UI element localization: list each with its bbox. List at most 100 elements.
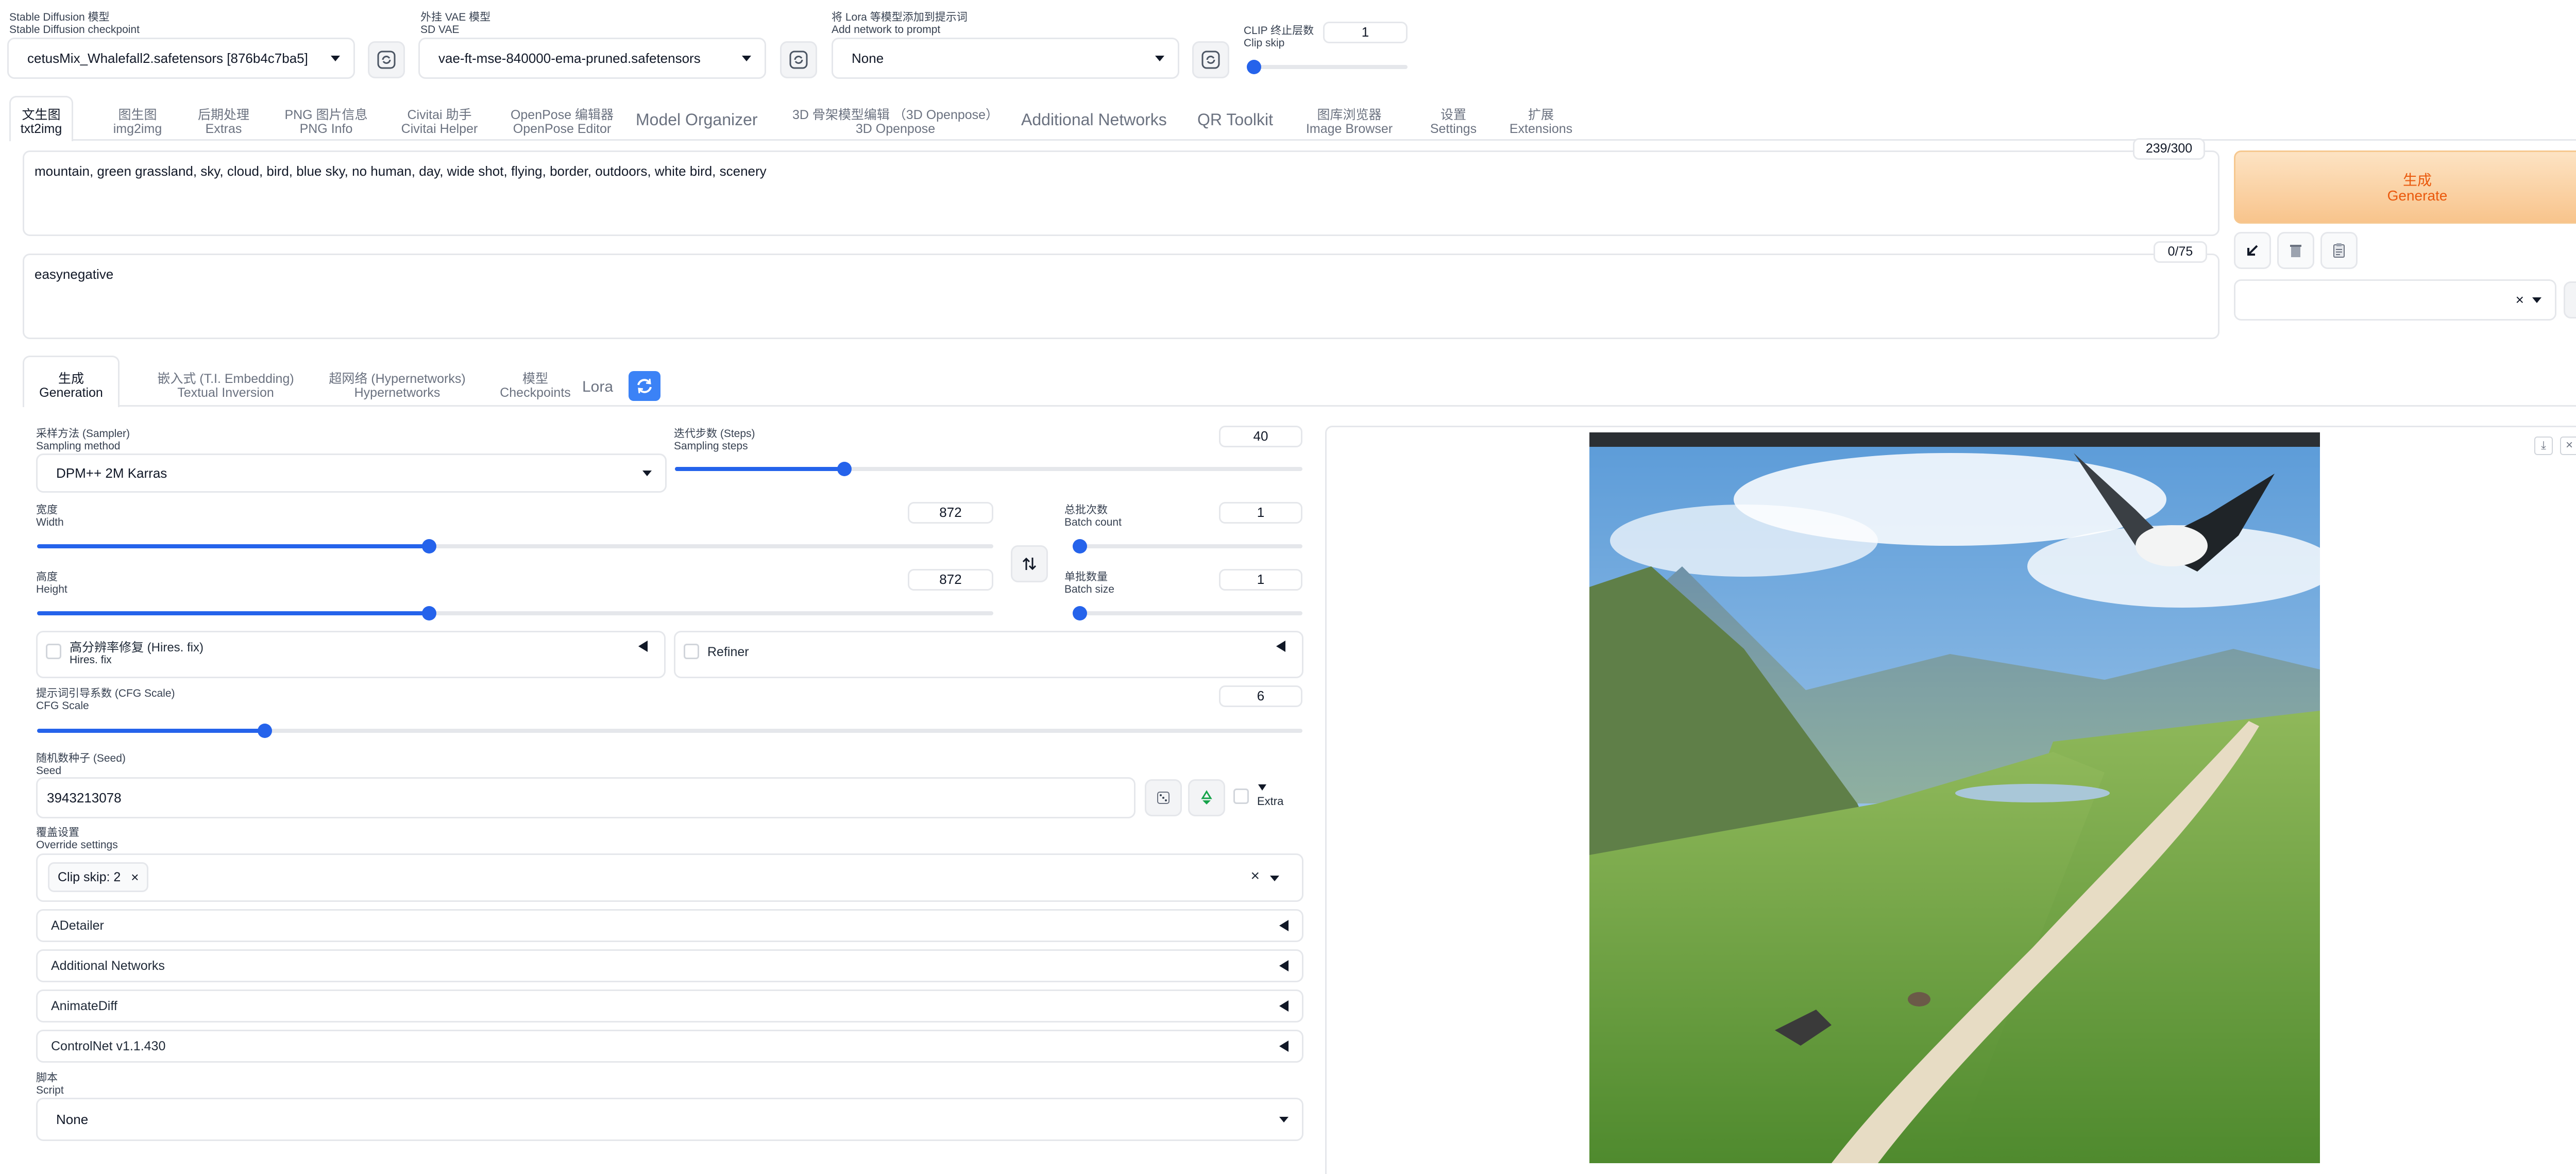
checkpoint-value: cetusMix_Whalefall2.safetensors [876b4c7…	[27, 50, 308, 66]
chip-remove-icon[interactable]: ×	[131, 869, 139, 885]
additional-networks-accordion[interactable]: Additional Networks	[36, 949, 1303, 982]
cfg-slider[interactable]	[37, 724, 1302, 738]
collapse-triangle-icon	[1276, 641, 1285, 652]
collapse-triangle-icon	[1279, 920, 1289, 931]
override-chip[interactable]: Clip skip: 2 ×	[48, 862, 149, 892]
swap-dimensions-button[interactable]	[1011, 545, 1048, 582]
refiner-accordion[interactable]: Refiner	[674, 631, 1303, 678]
steps-input[interactable]: 40	[1219, 426, 1302, 447]
clip-skip-label: CLIP 终止层数 Clip skip	[1244, 25, 1314, 49]
clipboard-button[interactable]	[2320, 232, 2358, 269]
seed-input[interactable]: 3943213078	[36, 777, 1136, 818]
extra-caret-icon	[1258, 784, 1266, 791]
styles-dropdown[interactable]: ×	[2234, 279, 2556, 321]
tab-generation[interactable]: 生成 Generation	[23, 372, 120, 400]
cfg-input[interactable]: 6	[1219, 685, 1302, 707]
clipboard-icon	[2333, 243, 2345, 258]
tab-textual-inversion[interactable]: 嵌入式 (T.I. Embedding) Textual Inversion	[133, 372, 318, 400]
steps-slider[interactable]	[675, 462, 1302, 476]
chevron-down-icon	[642, 470, 652, 476]
seed-label: 随机数种子 (Seed) Seed	[36, 752, 126, 777]
trash-icon	[2290, 245, 2301, 257]
clip-skip-input[interactable]: 1	[1323, 22, 1408, 43]
vae-dropdown[interactable]: vae-ft-mse-840000-ema-pruned.safetensors	[418, 38, 766, 79]
batch-count-label: 总批次数 Batch count	[1064, 504, 1122, 528]
edit-styles-button[interactable]	[2564, 281, 2576, 318]
clear-x-icon[interactable]: ×	[2516, 292, 2524, 308]
collapse-triangle-icon	[1279, 1000, 1289, 1012]
pencil-icon	[2573, 291, 2576, 309]
random-seed-button[interactable]	[1145, 779, 1182, 816]
vae-label: 外挂 VAE 模型 SD VAE	[420, 11, 491, 36]
hires-fix-accordion[interactable]: 高分辨率修复 (Hires. fix) Hires. fix	[36, 631, 666, 678]
batch-size-slider[interactable]	[1073, 606, 1302, 620]
swap-icon	[1022, 557, 1037, 571]
tab-image-browser[interactable]: 图库浏览器 Image Browser	[1300, 108, 1398, 136]
refresh-vae-button[interactable]	[780, 41, 817, 78]
hires-fix-checkbox[interactable]	[46, 644, 61, 659]
extra-seed-checkbox[interactable]	[1233, 789, 1249, 804]
generated-image[interactable]	[1589, 432, 2336, 1163]
tab-lora[interactable]: Lora	[582, 378, 613, 396]
width-slider[interactable]	[37, 539, 993, 554]
batch-count-input[interactable]: 1	[1219, 502, 1302, 524]
tab-extras[interactable]: 后期处理 Extras	[182, 108, 265, 136]
refresh-extra-networks-button[interactable]	[629, 371, 660, 401]
sampler-dropdown[interactable]: DPM++ 2M Karras	[36, 454, 667, 493]
accordion-label: ControlNet v1.1.430	[51, 1038, 166, 1053]
height-input[interactable]: 872	[908, 569, 993, 591]
generate-button[interactable]: 生成 Generate	[2234, 150, 2576, 224]
arrow-down-left-icon	[2247, 245, 2258, 256]
read-params-button[interactable]	[2234, 232, 2271, 269]
height-slider[interactable]	[37, 606, 993, 620]
download-icon[interactable]: ⤓	[2534, 437, 2553, 455]
override-label: 覆盖设置 Override settings	[36, 827, 118, 851]
prompt-textarea[interactable]	[23, 150, 2219, 236]
refresh-icon	[789, 51, 808, 69]
recycle-icon	[1201, 790, 1212, 804]
tab-openpose-editor[interactable]: OpenPose 编辑器 OpenPose Editor	[500, 108, 624, 136]
refresh-checkpoint-button[interactable]	[368, 41, 405, 78]
sampler-value: DPM++ 2M Karras	[56, 465, 167, 481]
width-input[interactable]: 872	[908, 502, 993, 524]
tab-hypernetworks[interactable]: 超网络 (Hypernetworks) Hypernetworks	[307, 372, 487, 400]
close-icon[interactable]: ×	[2560, 437, 2576, 455]
collapse-triangle-icon	[1279, 1041, 1289, 1052]
script-value: None	[56, 1111, 89, 1127]
prompt-token-counter: 239/300	[2133, 138, 2205, 160]
accordion-label: AnimateDiff	[51, 998, 117, 1013]
batch-size-input[interactable]: 1	[1219, 569, 1302, 591]
tab-png-info[interactable]: PNG 图片信息 PNG Info	[273, 108, 379, 136]
tab-model-organizer[interactable]: Model Organizer	[636, 110, 758, 129]
controlnet-accordion[interactable]: ControlNet v1.1.430	[36, 1030, 1303, 1063]
animatediff-accordion[interactable]: AnimateDiff	[36, 989, 1303, 1022]
trash-button[interactable]	[2277, 232, 2314, 269]
refresh-icon	[1201, 51, 1220, 69]
tab-civitai-helper[interactable]: Civitai 助手 Civitai Helper	[389, 108, 489, 136]
script-dropdown[interactable]: None	[36, 1098, 1303, 1141]
dice-icon	[1157, 792, 1170, 804]
tab-txt2img[interactable]: 文生图 txt2img	[9, 108, 73, 136]
checkpoint-dropdown[interactable]: cetusMix_Whalefall2.safetensors [876b4c7…	[7, 38, 355, 79]
extra-label[interactable]: Extra	[1257, 795, 1283, 808]
steps-label: 迭代步数 (Steps) Sampling steps	[674, 428, 755, 452]
tab-extensions[interactable]: 扩展 Extensions	[1502, 108, 1580, 136]
width-label: 宽度 Width	[36, 504, 64, 528]
refresh-network-button[interactable]	[1192, 41, 1229, 78]
clear-x-icon[interactable]: ×	[1250, 867, 1260, 885]
tab-3d-openpose[interactable]: 3D 骨架模型编辑 （3D Openpose） 3D Openpose	[782, 108, 1009, 136]
tab-settings[interactable]: 设置 Settings	[1420, 108, 1487, 136]
negative-prompt-textarea[interactable]	[23, 254, 2219, 339]
lora-network-dropdown[interactable]: None	[832, 38, 1179, 79]
refiner-checkbox[interactable]	[684, 644, 699, 659]
override-settings-field[interactable]: Clip skip: 2 × ×	[36, 853, 1303, 902]
tab-img2img[interactable]: 图生图 img2img	[99, 108, 176, 136]
adetailer-accordion[interactable]: ADetailer	[36, 909, 1303, 942]
reuse-seed-button[interactable]	[1188, 779, 1225, 816]
clip-skip-slider[interactable]	[1247, 60, 1408, 74]
batch-count-slider[interactable]	[1073, 539, 1302, 554]
tab-additional-networks[interactable]: Additional Networks	[1021, 110, 1167, 129]
refresh-icon	[377, 51, 396, 69]
tab-checkpoints[interactable]: 模型 Checkpoints	[476, 372, 595, 400]
tab-qr-toolkit[interactable]: QR Toolkit	[1197, 110, 1273, 129]
